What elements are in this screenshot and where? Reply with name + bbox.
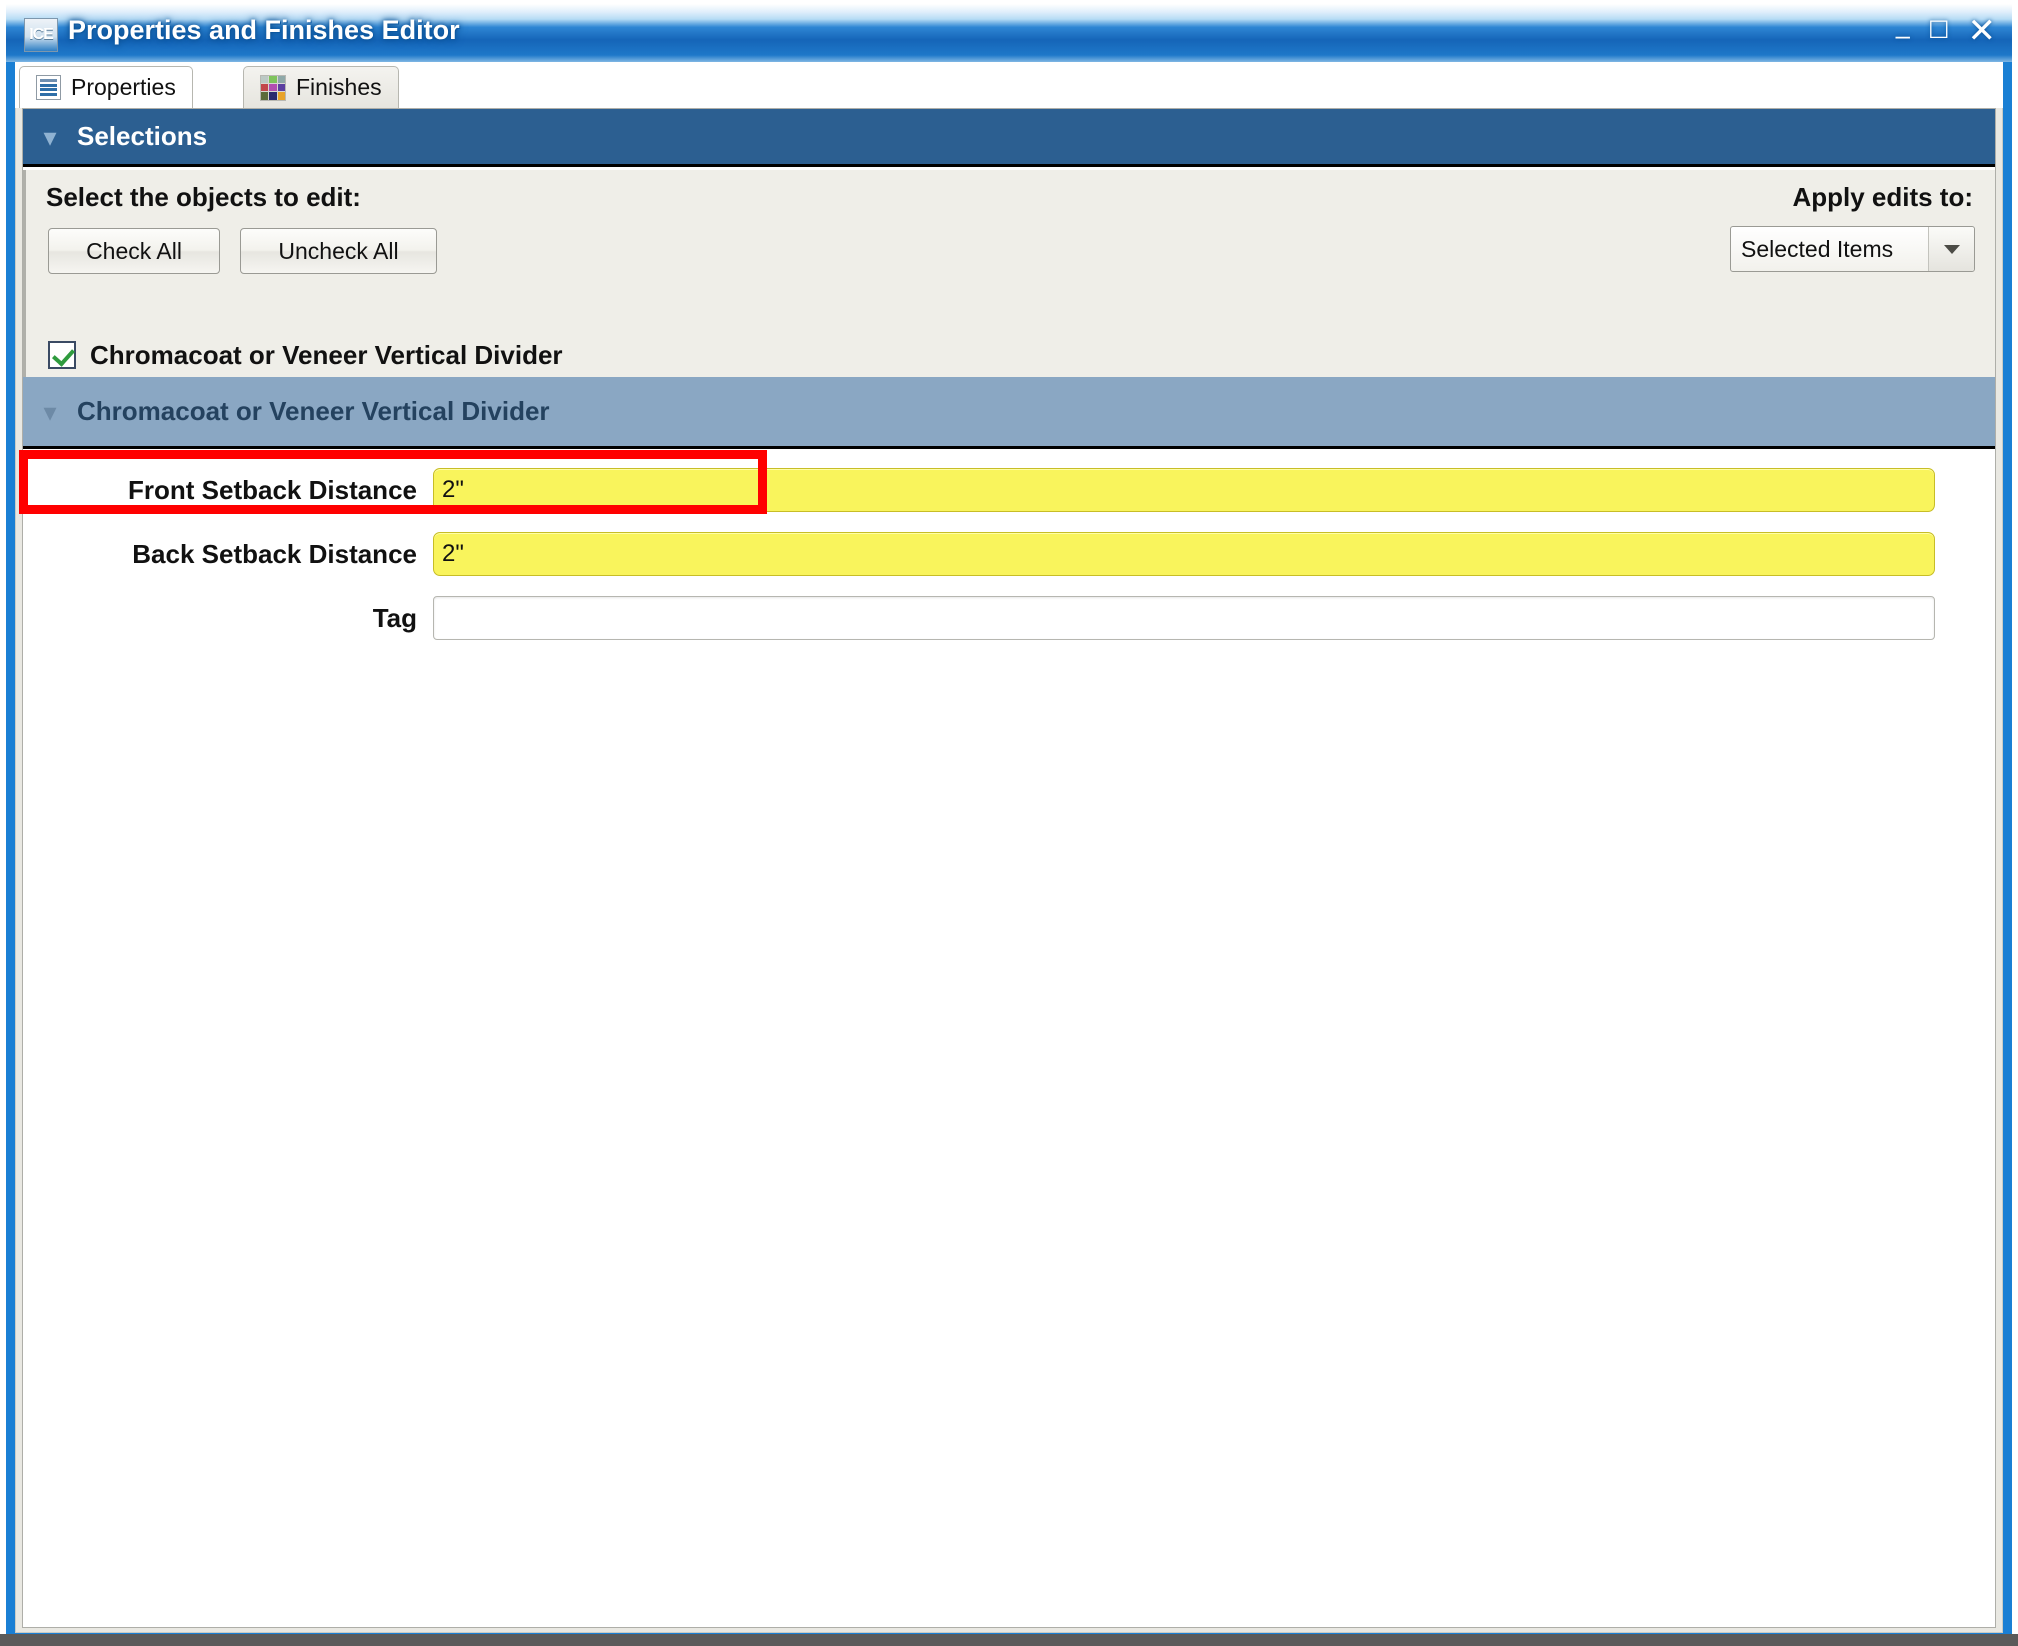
selections-section-header[interactable]: ▾ Selections	[23, 109, 1995, 167]
tab-finishes-label: Finishes	[296, 74, 382, 100]
selections-section-title: Selections	[77, 121, 208, 151]
window-title: Properties and Finishes Editor	[68, 15, 460, 45]
select-objects-prompt: Select the objects to edit:	[46, 182, 361, 212]
color-swatch-grid-icon	[260, 74, 286, 101]
field-row-front-setback: Front Setback Distance 2"	[23, 466, 1995, 514]
field-row-back-setback: Back Setback Distance 2"	[23, 530, 1995, 578]
tab-properties-label: Properties	[71, 74, 176, 100]
close-icon[interactable]: ✕	[1968, 14, 1997, 48]
object-checkbox-label: Chromacoat or Veneer Vertical Divider	[90, 339, 563, 370]
properties-form: Front Setback Distance 2" Back Setback D…	[23, 452, 1995, 1627]
tab-properties[interactable]: Properties	[19, 66, 193, 108]
apply-edits-label: Apply edits to:	[1792, 182, 1973, 212]
check-all-button[interactable]: Check All	[48, 228, 220, 274]
chevron-down-icon[interactable]: ▾	[23, 124, 77, 150]
back-setback-input[interactable]: 2"	[433, 532, 1935, 576]
chevron-down-icon[interactable]: ▾	[23, 399, 77, 425]
tab-strip: Properties Finishes	[15, 62, 2003, 108]
ice-app-icon: ICE	[24, 18, 58, 52]
tab-finishes[interactable]: Finishes	[243, 66, 399, 108]
divider-subsection-header[interactable]: ▾ Chromacoat or Veneer Vertical Divider	[23, 377, 1995, 449]
back-setback-label: Back Setback Distance	[132, 538, 417, 569]
application-window: ICE Properties and Finishes Editor – ☐ ✕…	[0, 0, 2018, 1646]
list-properties-icon	[36, 75, 61, 100]
selections-body: Select the objects to edit: Apply edits …	[23, 170, 1995, 378]
minimize-icon[interactable]: –	[1896, 20, 1910, 50]
uncheck-all-button[interactable]: Uncheck All	[240, 228, 437, 274]
field-row-tag: Tag	[23, 594, 1995, 642]
chevron-down-icon[interactable]	[1928, 227, 1974, 271]
window-controls: – ☐ ✕	[1896, 14, 1997, 50]
divider-subsection-title: Chromacoat or Veneer Vertical Divider	[77, 396, 550, 426]
apply-edits-dropdown[interactable]: Selected Items	[1730, 226, 1975, 272]
title-bar[interactable]: ICE Properties and Finishes Editor – ☐ ✕	[6, 4, 2012, 62]
front-setback-label: Front Setback Distance	[128, 474, 417, 505]
front-setback-input[interactable]: 2"	[433, 468, 1935, 512]
maximize-icon[interactable]: ☐	[1928, 16, 1950, 46]
apply-edits-value: Selected Items	[1741, 235, 1894, 262]
desktop-taskbar-strip	[0, 1634, 2018, 1646]
object-checkbox-row[interactable]: Chromacoat or Veneer Vertical Divider	[48, 332, 1989, 378]
tag-label: Tag	[372, 602, 417, 633]
editor-content-panel: ▾ Selections Select the objects to edit:…	[19, 108, 1996, 1628]
tag-input[interactable]	[433, 596, 1935, 640]
object-checkbox[interactable]	[48, 341, 76, 369]
